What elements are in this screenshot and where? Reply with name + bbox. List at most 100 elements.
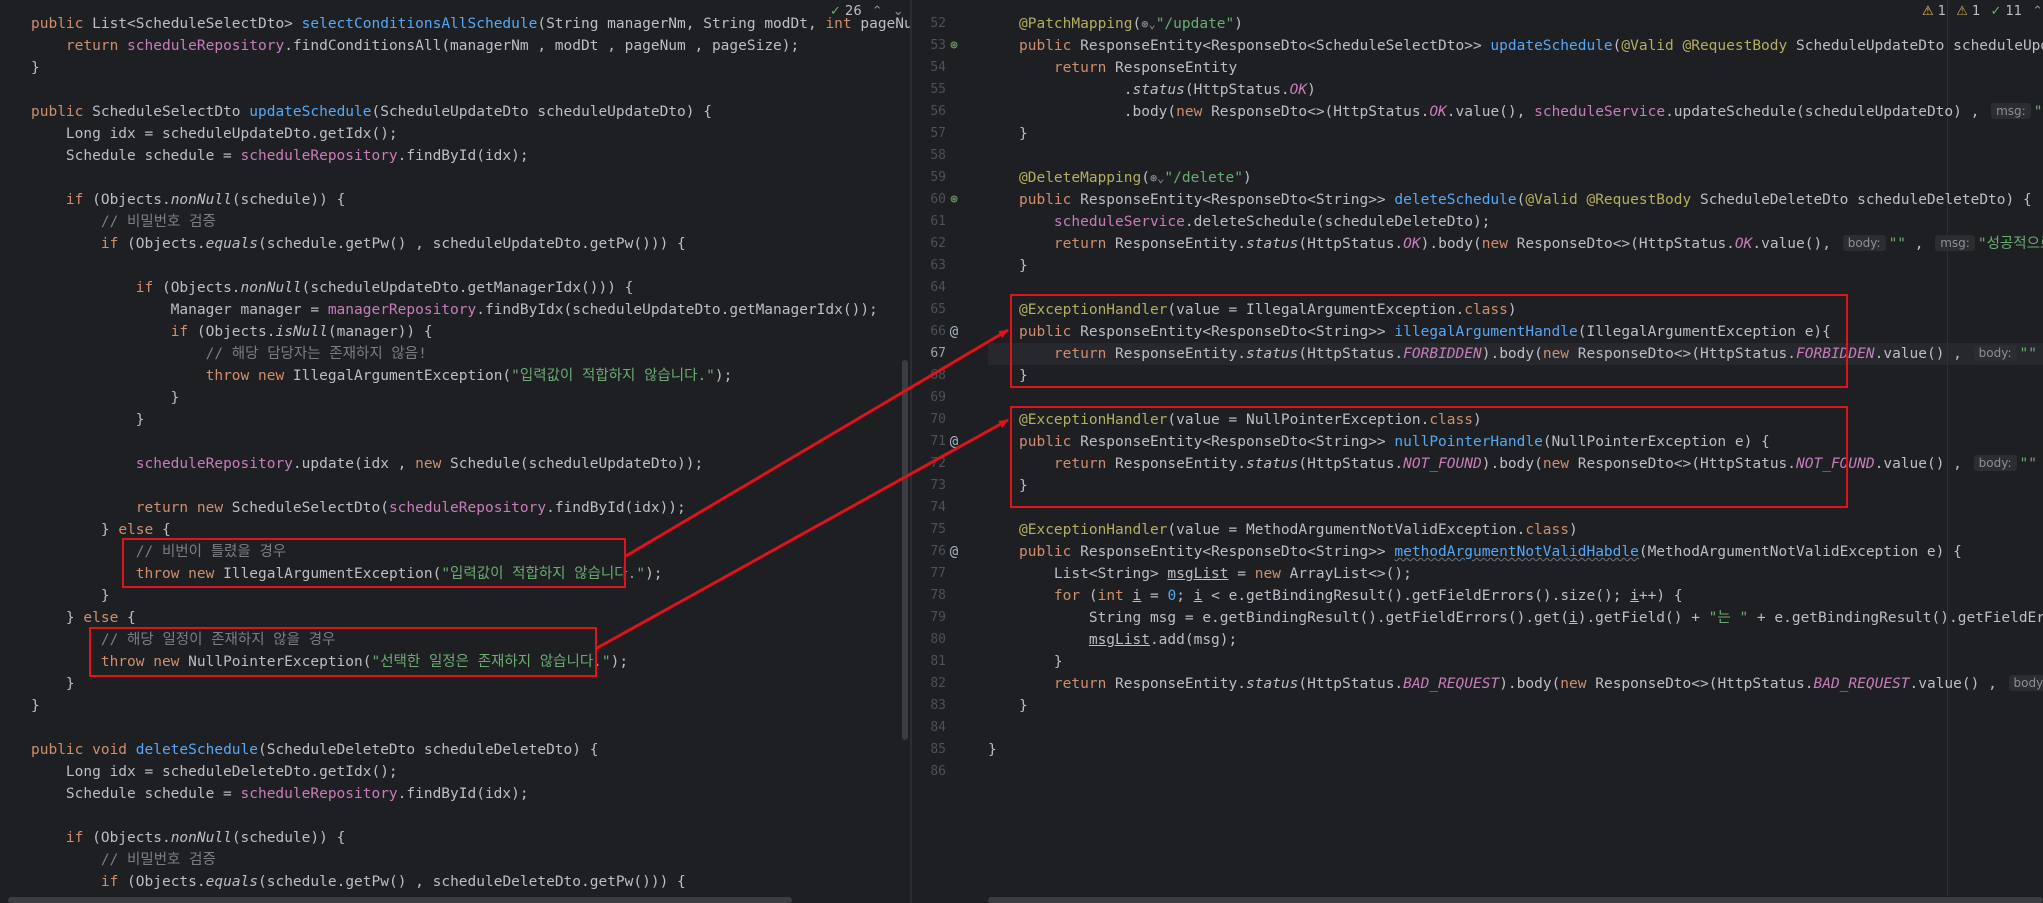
code-line[interactable]: .body(new ResponseDto<>(HttpStatus.OK.va… — [1019, 101, 2043, 123]
code-line[interactable]: if (Objects.nonNull(schedule)) { — [31, 827, 345, 849]
inspection-widget[interactable]: ⚠ 1 ⚠ 1 ✓ 11 ⌃ ⌄ — [1922, 2, 2043, 22]
code-line[interactable]: return ResponseEntity.status(HttpStatus.… — [1019, 233, 2043, 255]
line-number: 80 — [930, 632, 946, 647]
left-editor-pane[interactable]: public List<ScheduleSelectDto> selectCon… — [0, 0, 910, 903]
highlight-box-null-pointer-handler — [1010, 406, 1848, 508]
code-line[interactable]: public ScheduleSelectDto updateSchedule(… — [31, 101, 712, 123]
code-line[interactable]: msgList.add(msg); — [1019, 629, 1237, 651]
line-number: 64 — [930, 280, 946, 295]
line-number: 59 — [930, 170, 946, 185]
code-line[interactable]: throw new IllegalArgumentException("입력값이… — [31, 365, 733, 387]
at-sign-icon[interactable]: @ — [946, 324, 962, 340]
line-number: 61 — [930, 214, 946, 229]
previous-highlight-button[interactable]: ⌃ — [872, 4, 883, 19]
code-line[interactable]: } — [1019, 651, 1063, 673]
param-hint: body: — [1973, 345, 2017, 361]
horizontal-scrollbar[interactable] — [8, 897, 792, 903]
code-line[interactable]: return scheduleRepository.findConditions… — [31, 35, 799, 57]
line-number: 82 — [930, 676, 946, 691]
line-number: 66 — [930, 324, 946, 339]
code-line[interactable]: } — [31, 57, 40, 79]
code-line[interactable]: Schedule schedule = scheduleRepository.f… — [31, 783, 529, 805]
endpoint-icon[interactable]: ⊛ — [946, 192, 962, 208]
code-line[interactable]: if (Objects.nonNull(schedule)) { — [31, 189, 345, 211]
string-literal: "/delete" — [1164, 170, 1243, 186]
code-line[interactable]: Manager manager = managerRepository.find… — [31, 299, 878, 321]
code-line[interactable]: } — [31, 387, 180, 409]
line-number: 78 — [930, 588, 946, 603]
param-hint: msg: — [1991, 103, 2031, 119]
code-line[interactable]: } — [31, 585, 110, 607]
code-line[interactable]: // 해당 담당자는 존재하지 않음! — [31, 343, 427, 365]
code-line[interactable]: scheduleRepository.update(idx , new Sche… — [31, 453, 703, 475]
previous-highlight-button[interactable]: ⌃ — [2032, 4, 2043, 19]
line-number: 71 — [930, 434, 946, 449]
code-line[interactable]: public List<ScheduleSelectDto> selectCon… — [31, 13, 910, 35]
line-number: 69 — [930, 390, 946, 405]
code-line[interactable]: public void deleteSchedule(ScheduleDelet… — [31, 739, 598, 761]
next-highlight-button[interactable]: ⌄ — [893, 4, 904, 19]
at-sign-icon[interactable]: @ — [946, 434, 962, 450]
code-line[interactable]: } — [1019, 695, 1028, 717]
code-line[interactable]: Long idx = scheduleUpdateDto.getIdx(); — [31, 123, 398, 145]
code-line[interactable]: if (Objects.equals(schedule.getPw() , sc… — [31, 233, 686, 255]
code-line[interactable]: @ExceptionHandler(value = MethodArgument… — [1019, 519, 1578, 541]
endpoint-icon[interactable]: ⊛ — [946, 38, 962, 54]
code-line[interactable]: } — [31, 673, 75, 695]
line-number: 86 — [930, 764, 946, 779]
code-line[interactable]: public ResponseEntity<ResponseDto<String… — [1019, 541, 1962, 563]
code-line[interactable]: return ResponseEntity — [1019, 57, 1237, 79]
globe-icon: ⊛⌄ — [1141, 17, 1156, 31]
code-line[interactable]: if (Objects.isNull(manager)) { — [31, 321, 433, 343]
line-number: 56 — [930, 104, 946, 119]
code-line[interactable]: } else { — [31, 607, 136, 629]
code-line[interactable]: public ResponseEntity<ResponseDto<String… — [1019, 189, 2032, 211]
line-number: 79 — [930, 610, 946, 625]
param-hint: body: — [1842, 235, 1886, 251]
line-number: 54 — [930, 60, 946, 75]
code-line[interactable]: // 비밀번호 검증 — [31, 211, 216, 233]
code-line[interactable]: } — [31, 695, 40, 717]
line-number: 68 — [930, 368, 946, 383]
right-margin-guide — [1947, 0, 1948, 903]
line-number: 60 — [930, 192, 946, 207]
param-hint: body: — [2008, 675, 2043, 691]
code-line[interactable]: } — [1019, 123, 1028, 145]
globe-icon: ⊛⌄ — [1149, 171, 1165, 185]
string-literal: "/update" — [1155, 16, 1235, 32]
code-line[interactable]: } — [31, 409, 145, 431]
code-line[interactable]: // 비밀번호 검증 — [31, 849, 216, 871]
line-number: 53 — [930, 38, 946, 53]
at-sign-icon[interactable]: @ — [946, 544, 962, 560]
code-line[interactable]: .status(HttpStatus.OK) — [1019, 79, 1316, 101]
string-literal: "" — [2019, 346, 2037, 362]
code-line[interactable]: @PatchMapping(⊛⌄"/update") — [1019, 13, 1243, 35]
line-number-gutter[interactable]: 52 53 54 55 56 57 58 59 60 61 62 63 64 6… — [912, 0, 988, 903]
code-line[interactable]: } — [1019, 255, 1028, 277]
code-line[interactable]: for (int i = 0; i < e.getBindingResult()… — [1019, 585, 1683, 607]
check-count: 26 — [845, 4, 862, 19]
line-number: 65 — [930, 302, 946, 317]
string-literal: "입력값이 적합하지 않습니다." — [511, 368, 715, 384]
code-line[interactable]: scheduleService.deleteSchedule(scheduleD… — [1019, 211, 1491, 233]
vertical-scrollbar[interactable] — [902, 360, 908, 740]
code-line[interactable]: return ResponseEntity.status(HttpStatus.… — [1019, 673, 2043, 695]
code-line[interactable]: } — [988, 739, 997, 761]
code-line[interactable]: public ResponseEntity<ResponseDto<Schedu… — [1019, 35, 2043, 57]
horizontal-scrollbar[interactable] — [988, 897, 2043, 903]
code-line[interactable]: @DeleteMapping(⊛⌄"/delete") — [1019, 167, 1252, 189]
code-line[interactable]: String msg = e.getBindingResult().getFie… — [1019, 607, 2043, 629]
code-line[interactable]: return new ScheduleSelectDto(scheduleRep… — [31, 497, 686, 519]
code-line[interactable]: Long idx = scheduleDeleteDto.getIdx(); — [31, 761, 398, 783]
string-literal: "" — [1888, 236, 1907, 252]
inspection-widget[interactable]: ✓ 26 ⌃ ⌄ — [830, 2, 904, 22]
string-literal: "는 " — [1708, 610, 1749, 626]
code-line[interactable]: Schedule schedule = scheduleRepository.f… — [31, 145, 529, 167]
code-line[interactable]: if (Objects.equals(schedule.getPw() , sc… — [31, 871, 686, 893]
code-line[interactable]: List<String> msgList = new ArrayList<>()… — [1019, 563, 1412, 585]
line-number: 55 — [930, 82, 946, 97]
right-editor-pane[interactable]: 52 53 54 55 56 57 58 59 60 61 62 63 64 6… — [912, 0, 2043, 903]
check-count: 11 — [2005, 4, 2023, 19]
string-literal: "" — [2019, 456, 2037, 472]
code-line[interactable]: if (Objects.nonNull(scheduleUpdateDto.ge… — [31, 277, 634, 299]
